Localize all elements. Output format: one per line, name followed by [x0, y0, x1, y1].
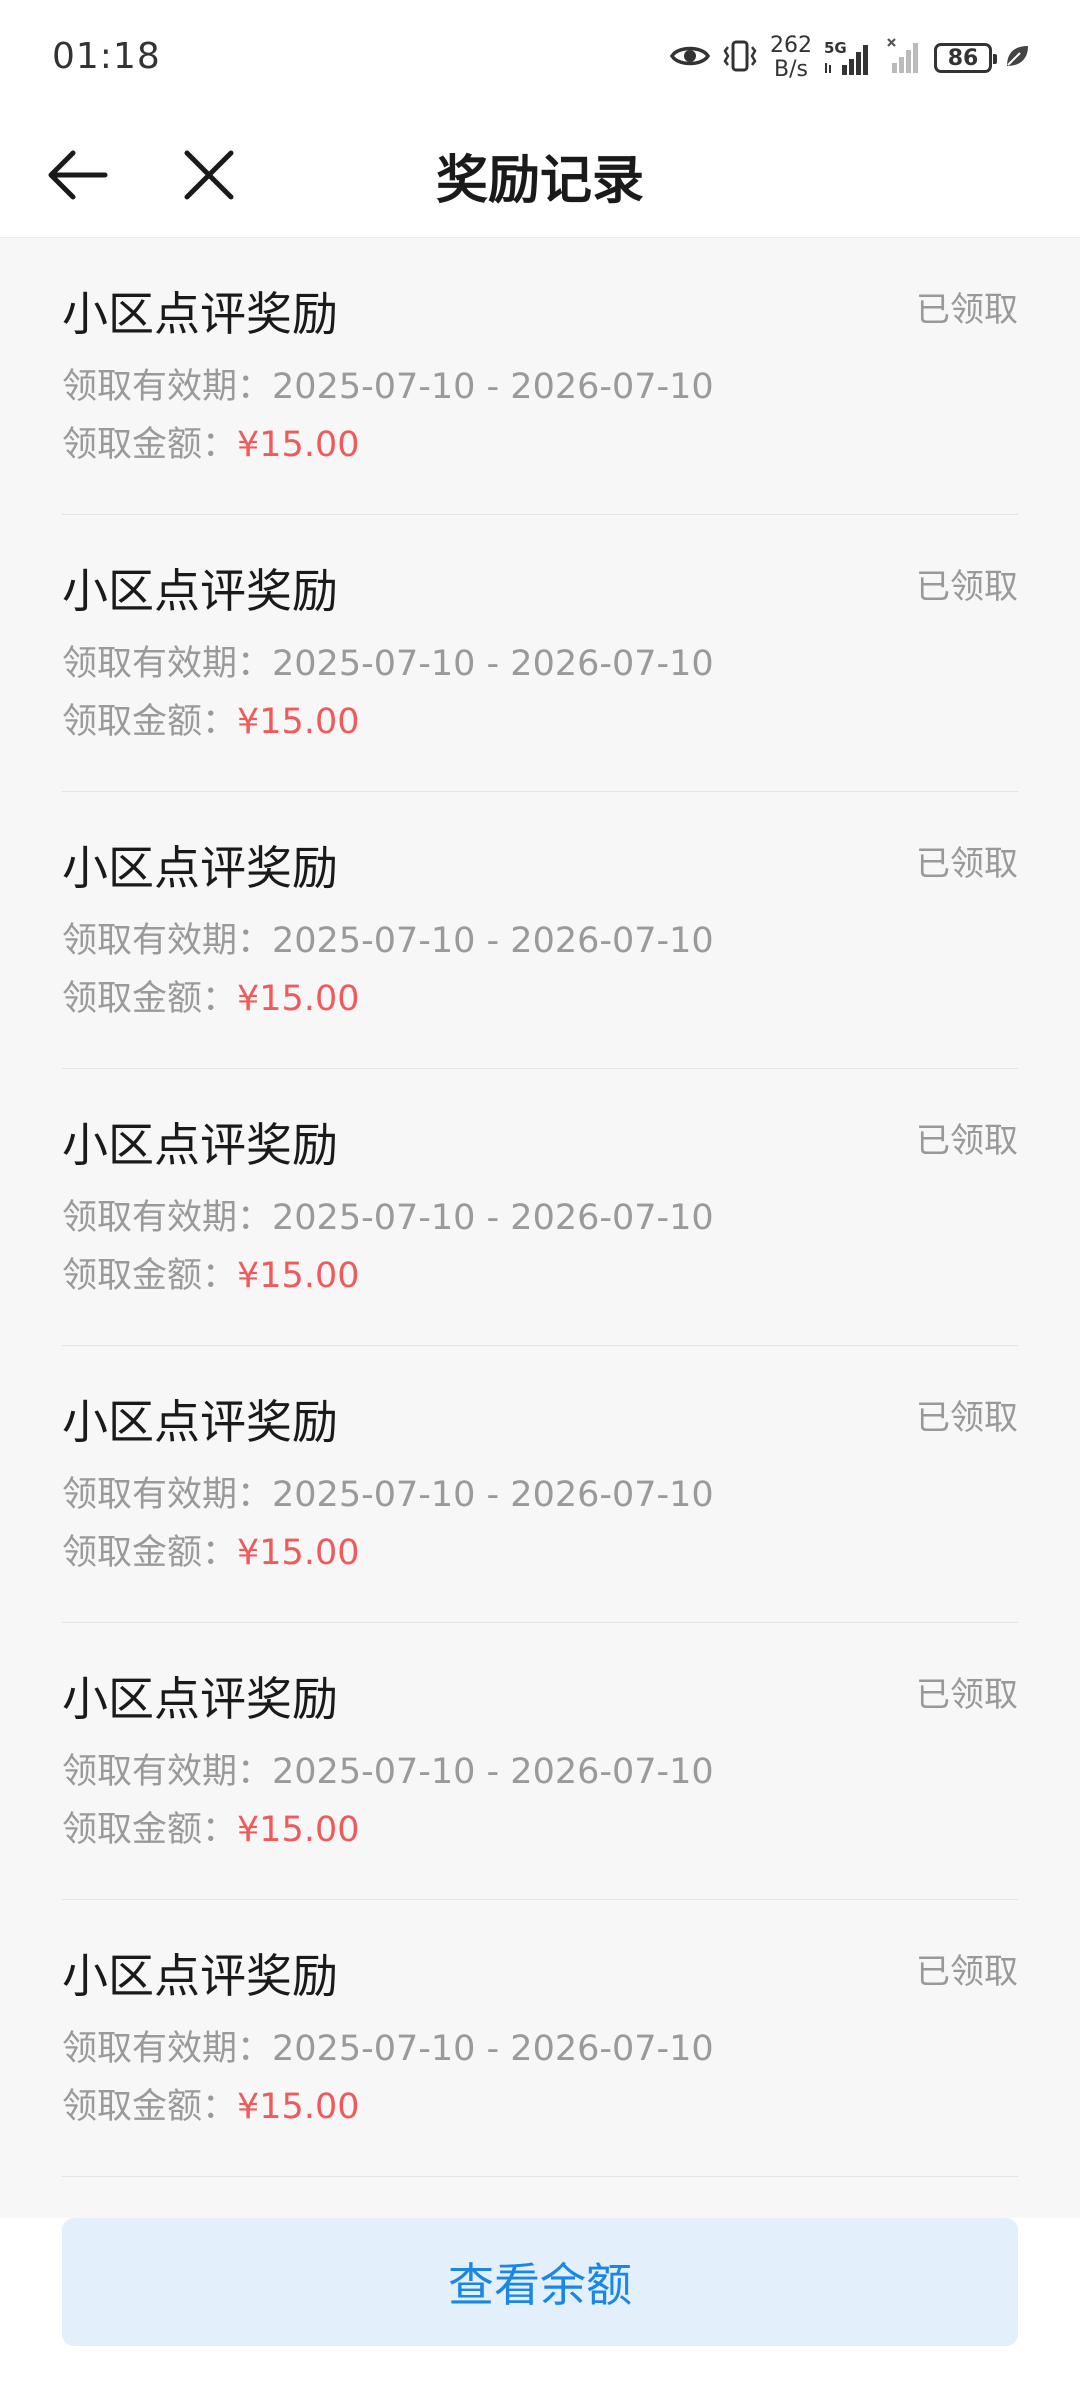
- page-title: 奖励记录: [435, 150, 644, 211]
- status-time: 01:18: [52, 36, 161, 77]
- record-status: 已领取: [916, 1121, 1018, 1161]
- view-balance-button[interactable]: 查看余额: [62, 2218, 1018, 2346]
- signal-icon-secondary: [886, 37, 922, 79]
- bottom-bar: 查看余额: [0, 2218, 1080, 2388]
- validity-range: 2025-07-10 - 2026-07-10: [272, 921, 714, 961]
- status-bar: 01:18 262 B/s 5G 86: [0, 0, 1080, 112]
- list-item[interactable]: 小区点评奖励 已领取 领取有效期：2025-07-10 - 2026-07-10…: [62, 1346, 1018, 1623]
- net-speed: 262 B/s: [770, 34, 812, 82]
- status-icons: 262 B/s 5G 86: [669, 30, 1030, 86]
- battery-level: 86: [947, 45, 979, 71]
- record-title: 小区点评奖励: [62, 564, 338, 618]
- validity-range: 2025-07-10 - 2026-07-10: [272, 2029, 714, 2069]
- list-item[interactable]: 小区点评奖励 已领取 领取有效期：2025-07-10 - 2026-07-10…: [62, 1069, 1018, 1346]
- record-title: 小区点评奖励: [62, 287, 338, 341]
- reward-record-list: 小区点评奖励 已领取 领取有效期：2025-07-10 - 2026-07-10…: [0, 238, 1080, 2177]
- navigation-bar: 奖励记录: [0, 112, 1080, 238]
- close-icon: [184, 150, 234, 200]
- record-validity: 领取有效期：2025-07-10 - 2026-07-10: [62, 912, 714, 963]
- validity-label: 领取有效期：: [62, 1752, 273, 1792]
- net-speed-value: 262: [770, 33, 812, 58]
- record-validity: 领取有效期：2025-07-10 - 2026-07-10: [62, 1466, 714, 1517]
- validity-label: 领取有效期：: [62, 1198, 273, 1238]
- amount-value: ¥15.00: [237, 1533, 360, 1573]
- record-amount: 领取金额：¥15.00: [62, 1524, 359, 1575]
- record-title: 小区点评奖励: [62, 1395, 338, 1449]
- validity-label: 领取有效期：: [62, 2029, 273, 2069]
- record-validity: 领取有效期：2025-07-10 - 2026-07-10: [62, 1743, 714, 1794]
- validity-label: 领取有效期：: [62, 644, 273, 684]
- validity-range: 2025-07-10 - 2026-07-10: [272, 1198, 714, 1238]
- amount-value: ¥15.00: [237, 702, 360, 742]
- amount-label: 领取金额：: [62, 425, 238, 465]
- amount-value: ¥15.00: [237, 2087, 360, 2127]
- record-title: 小区点评奖励: [62, 1949, 338, 2003]
- back-button[interactable]: [40, 138, 114, 212]
- list-item[interactable]: 小区点评奖励 已领取 领取有效期：2025-07-10 - 2026-07-10…: [62, 515, 1018, 792]
- record-validity: 领取有效期：2025-07-10 - 2026-07-10: [62, 2020, 714, 2071]
- amount-label: 领取金额：: [62, 1810, 238, 1850]
- amount-label: 领取金额：: [62, 979, 238, 1019]
- signal-icon: 5G: [824, 39, 874, 77]
- record-validity: 领取有效期：2025-07-10 - 2026-07-10: [62, 635, 714, 686]
- record-validity: 领取有效期：2025-07-10 - 2026-07-10: [62, 1189, 714, 1240]
- record-status: 已领取: [916, 567, 1018, 607]
- battery-icon: 86: [934, 43, 997, 73]
- vibrate-icon: [722, 39, 758, 77]
- record-amount: 领取金额：¥15.00: [62, 1247, 359, 1298]
- record-validity: 领取有效期：2025-07-10 - 2026-07-10: [62, 358, 714, 409]
- record-status: 已领取: [916, 290, 1018, 330]
- record-amount: 领取金额：¥15.00: [62, 693, 359, 744]
- amount-label: 领取金额：: [62, 2087, 238, 2127]
- record-status: 已领取: [916, 1675, 1018, 1715]
- list-item[interactable]: 小区点评奖励 已领取 领取有效期：2025-07-10 - 2026-07-10…: [62, 792, 1018, 1069]
- record-status: 已领取: [916, 1952, 1018, 1992]
- record-status: 已领取: [916, 1398, 1018, 1438]
- record-amount: 领取金额：¥15.00: [62, 416, 359, 467]
- amount-label: 领取金额：: [62, 702, 238, 742]
- amount-value: ¥15.00: [237, 1256, 360, 1296]
- validity-label: 领取有效期：: [62, 1475, 273, 1515]
- amount-value: ¥15.00: [237, 425, 360, 465]
- amount-value: ¥15.00: [237, 1810, 360, 1850]
- record-amount: 领取金额：¥15.00: [62, 970, 359, 1021]
- amount-label: 领取金额：: [62, 1256, 238, 1296]
- arrow-left-icon: [48, 150, 108, 200]
- record-title: 小区点评奖励: [62, 841, 338, 895]
- validity-range: 2025-07-10 - 2026-07-10: [272, 644, 714, 684]
- list-item[interactable]: 小区点评奖励 已领取 领取有效期：2025-07-10 - 2026-07-10…: [62, 238, 1018, 515]
- amount-value: ¥15.00: [237, 979, 360, 1019]
- record-title: 小区点评奖励: [62, 1672, 338, 1726]
- eye-icon: [669, 42, 711, 74]
- record-amount: 领取金额：¥15.00: [62, 2078, 359, 2129]
- validity-range: 2025-07-10 - 2026-07-10: [272, 367, 714, 407]
- close-button[interactable]: [172, 138, 246, 212]
- validity-label: 领取有效期：: [62, 367, 273, 407]
- validity-range: 2025-07-10 - 2026-07-10: [272, 1475, 714, 1515]
- record-amount: 领取金额：¥15.00: [62, 1801, 359, 1852]
- leaf-icon: [1004, 43, 1030, 73]
- record-title: 小区点评奖励: [62, 1118, 338, 1172]
- validity-range: 2025-07-10 - 2026-07-10: [272, 1752, 714, 1792]
- list-item[interactable]: 小区点评奖励 已领取 领取有效期：2025-07-10 - 2026-07-10…: [62, 1900, 1018, 2177]
- list-item[interactable]: 小区点评奖励 已领取 领取有效期：2025-07-10 - 2026-07-10…: [62, 1623, 1018, 1900]
- amount-label: 领取金额：: [62, 1533, 238, 1573]
- net-speed-unit: B/s: [774, 57, 808, 82]
- record-status: 已领取: [916, 844, 1018, 884]
- validity-label: 领取有效期：: [62, 921, 273, 961]
